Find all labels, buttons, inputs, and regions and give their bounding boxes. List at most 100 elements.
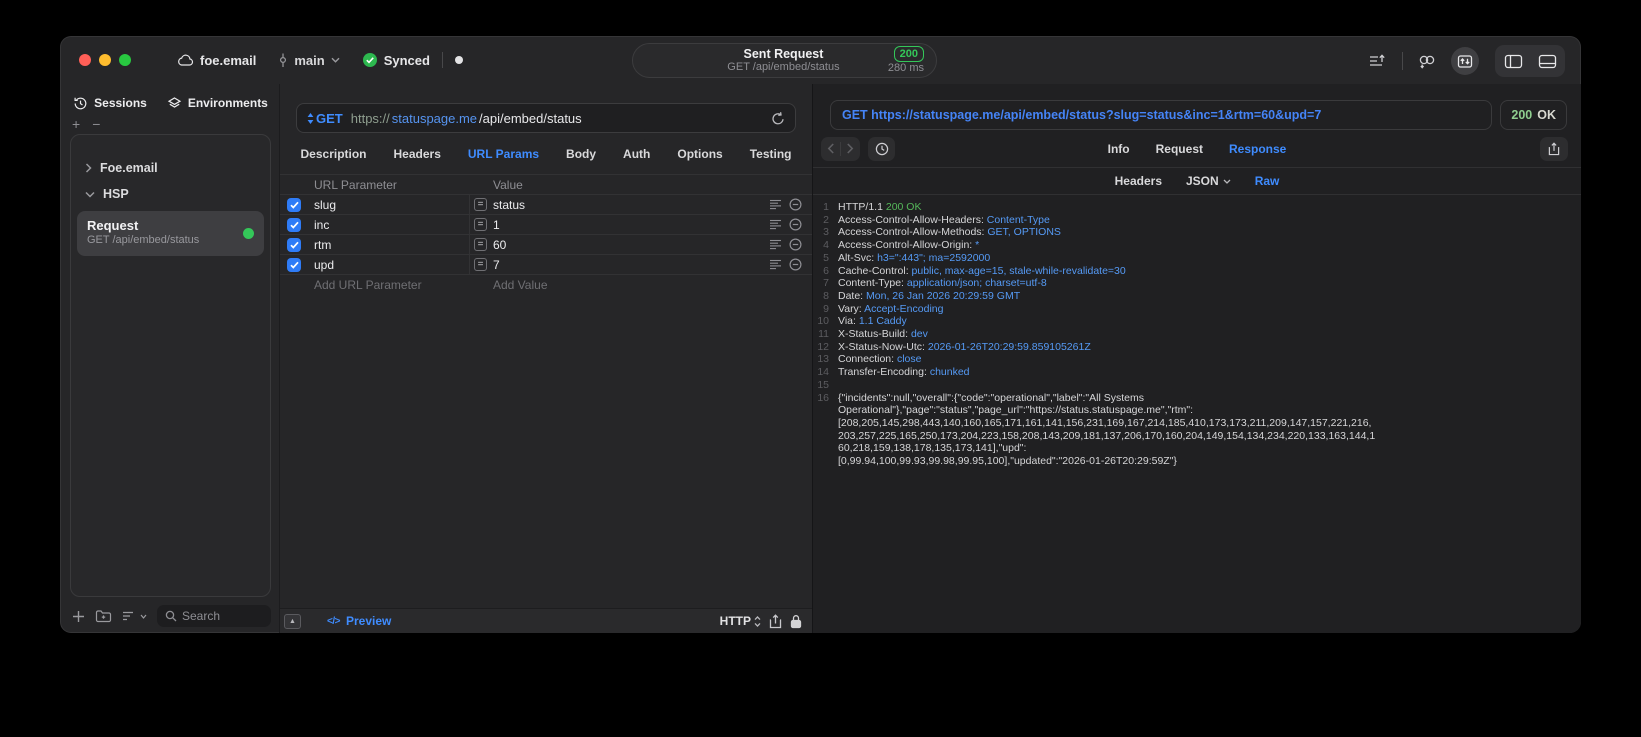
drag-handle-icon[interactable] bbox=[769, 259, 782, 270]
drag-handle-icon[interactable] bbox=[769, 199, 782, 210]
status-code-badge: 200 bbox=[893, 46, 924, 63]
param-value-field[interactable]: status bbox=[493, 198, 525, 212]
param-name-field[interactable]: slug bbox=[314, 195, 469, 214]
request-url-bar[interactable]: GET https://statuspage.me/api/embed/stat… bbox=[296, 103, 796, 133]
param-enabled-checkbox[interactable] bbox=[287, 257, 301, 272]
sent-request-line[interactable]: GET https://statuspage.me/api/embed/stat… bbox=[830, 100, 1493, 130]
sidebar-search[interactable] bbox=[157, 605, 271, 627]
search-input[interactable] bbox=[182, 609, 263, 623]
remove-param-button[interactable] bbox=[789, 218, 802, 231]
tab-url-params[interactable]: URL Params bbox=[468, 147, 539, 161]
param-value-field[interactable]: 60 bbox=[493, 238, 506, 252]
transfer-panel-button[interactable] bbox=[1451, 47, 1479, 75]
sent-request-subtitle: GET /api/embed/status bbox=[727, 61, 840, 74]
tree-group-hsp[interactable]: HSP bbox=[77, 181, 264, 207]
add-param-row[interactable]: Add URL Parameter Add Value bbox=[280, 274, 812, 294]
param-name-field[interactable]: rtm bbox=[314, 235, 469, 254]
param-name-field[interactable]: inc bbox=[314, 215, 469, 234]
code-line: 15 bbox=[813, 379, 1581, 392]
search-icon bbox=[165, 610, 177, 622]
tab-description[interactable]: Description bbox=[301, 147, 367, 161]
project-selector[interactable]: foe.email bbox=[177, 53, 256, 68]
line-number: 7 bbox=[823, 277, 829, 290]
zoom-window-button[interactable] bbox=[119, 54, 131, 66]
view-mode-json[interactable]: JSON bbox=[1186, 174, 1231, 188]
resend-refresh-button[interactable] bbox=[771, 111, 785, 126]
equals-operator-icon[interactable]: = bbox=[474, 258, 487, 271]
panel-bottom-icon bbox=[1538, 54, 1557, 69]
equals-operator-icon[interactable]: = bbox=[474, 218, 487, 231]
new-folder-button[interactable] bbox=[95, 609, 112, 623]
param-enabled-checkbox[interactable] bbox=[287, 217, 301, 232]
toggle-sidebar-button[interactable] bbox=[1499, 47, 1527, 75]
remove-param-button[interactable] bbox=[789, 258, 802, 271]
equals-operator-icon[interactable]: = bbox=[474, 238, 487, 251]
response-tab-response[interactable]: Response bbox=[1229, 142, 1286, 156]
branch-selector[interactable]: main bbox=[278, 53, 340, 68]
header-value: chunked bbox=[929, 366, 970, 379]
header-value: dev bbox=[910, 328, 928, 341]
view-mode-raw[interactable]: Raw bbox=[1255, 174, 1280, 188]
share-request-button[interactable] bbox=[769, 613, 782, 629]
tab-options[interactable]: Options bbox=[677, 147, 722, 161]
param-row-actions bbox=[762, 255, 812, 274]
param-value-field[interactable]: 7 bbox=[493, 258, 500, 272]
param-name-field[interactable]: upd bbox=[314, 255, 469, 274]
param-row-actions bbox=[762, 215, 812, 234]
request-tree: Foe.email HSP Request GET /api/embed/sta… bbox=[70, 134, 271, 597]
remove-param-button[interactable] bbox=[789, 198, 802, 211]
equals-operator-icon[interactable]: = bbox=[474, 198, 487, 211]
header-value: h3=":443"; ma=2592000 bbox=[877, 251, 991, 264]
request-list-item-selected[interactable]: Request GET /api/embed/status bbox=[77, 211, 264, 256]
drag-handle-icon[interactable] bbox=[769, 239, 782, 250]
method-selector[interactable]: GET bbox=[307, 111, 343, 126]
tab-body[interactable]: Body bbox=[566, 147, 596, 161]
param-enabled-checkbox[interactable] bbox=[287, 197, 301, 212]
line-content: [208,205,145,298,443,140,160,165,171,161… bbox=[838, 417, 1371, 430]
response-topbar: GET https://statuspage.me/api/embed/stat… bbox=[813, 100, 1581, 130]
link-sync-button[interactable] bbox=[1413, 47, 1441, 75]
tab-auth[interactable]: Auth bbox=[623, 147, 650, 161]
response-tab-request[interactable]: Request bbox=[1156, 142, 1203, 156]
remove-param-button[interactable] bbox=[789, 238, 802, 251]
tree-group-foe-email[interactable]: Foe.email bbox=[77, 155, 264, 181]
minimize-window-button[interactable] bbox=[99, 54, 111, 66]
tab-sessions[interactable]: Sessions bbox=[73, 96, 147, 111]
param-checkbox-cell bbox=[280, 255, 314, 274]
url-scheme[interactable]: https:// bbox=[351, 111, 390, 126]
tab-headers[interactable]: Headers bbox=[394, 147, 441, 161]
add-session-button[interactable]: + bbox=[72, 117, 80, 131]
toggle-bottom-panel-button[interactable] bbox=[1533, 47, 1561, 75]
sync-status[interactable]: Synced bbox=[362, 52, 430, 68]
tab-environments[interactable]: Environments bbox=[167, 96, 268, 111]
add-param-value-placeholder[interactable]: Add Value bbox=[469, 278, 548, 292]
close-window-button[interactable] bbox=[79, 54, 91, 66]
code-line: 11 X-Status-Build: dev bbox=[813, 328, 1581, 341]
sort-list-button[interactable] bbox=[122, 610, 147, 622]
url-host[interactable]: statuspage.me bbox=[392, 111, 477, 126]
param-row: slug = status bbox=[280, 194, 812, 214]
add-request-button[interactable] bbox=[72, 610, 85, 623]
param-value-field[interactable]: 1 bbox=[493, 218, 500, 232]
protocol-selector[interactable]: HTTP bbox=[720, 614, 761, 628]
url-path[interactable]: /api/embed/status bbox=[479, 111, 582, 126]
lock-icon[interactable] bbox=[790, 614, 802, 629]
view-mode-headers[interactable]: Headers bbox=[1115, 174, 1162, 188]
sent-request-pill[interactable]: Sent Request GET /api/embed/status 200 2… bbox=[632, 43, 937, 78]
drag-handle-icon[interactable] bbox=[769, 219, 782, 230]
share-response-button[interactable] bbox=[1540, 136, 1568, 161]
sent-request-title: Sent Request bbox=[743, 46, 824, 61]
preview-button[interactable]: </> Preview bbox=[327, 614, 391, 628]
add-param-name-placeholder[interactable]: Add URL Parameter bbox=[280, 278, 469, 292]
params-header-row: URL Parameter Value bbox=[280, 175, 812, 194]
request-order-button[interactable] bbox=[1364, 47, 1392, 75]
code-line: 8 Date: Mon, 26 Jan 2026 20:29:59 GMT bbox=[813, 290, 1581, 303]
remove-session-button[interactable]: − bbox=[92, 117, 100, 131]
url-params-table: URL Parameter Value slug = status inc = 1 rtm =… bbox=[280, 174, 812, 608]
tab-testing[interactable]: Testing bbox=[750, 147, 792, 161]
line-content: Content-Type: application/json; charset=… bbox=[838, 277, 1047, 290]
expand-panel-button[interactable]: ▲ bbox=[284, 613, 301, 629]
code-text: Operational"},"page":"status","page_url"… bbox=[838, 404, 1194, 417]
param-enabled-checkbox[interactable] bbox=[287, 237, 301, 252]
response-tab-info[interactable]: Info bbox=[1108, 142, 1130, 156]
